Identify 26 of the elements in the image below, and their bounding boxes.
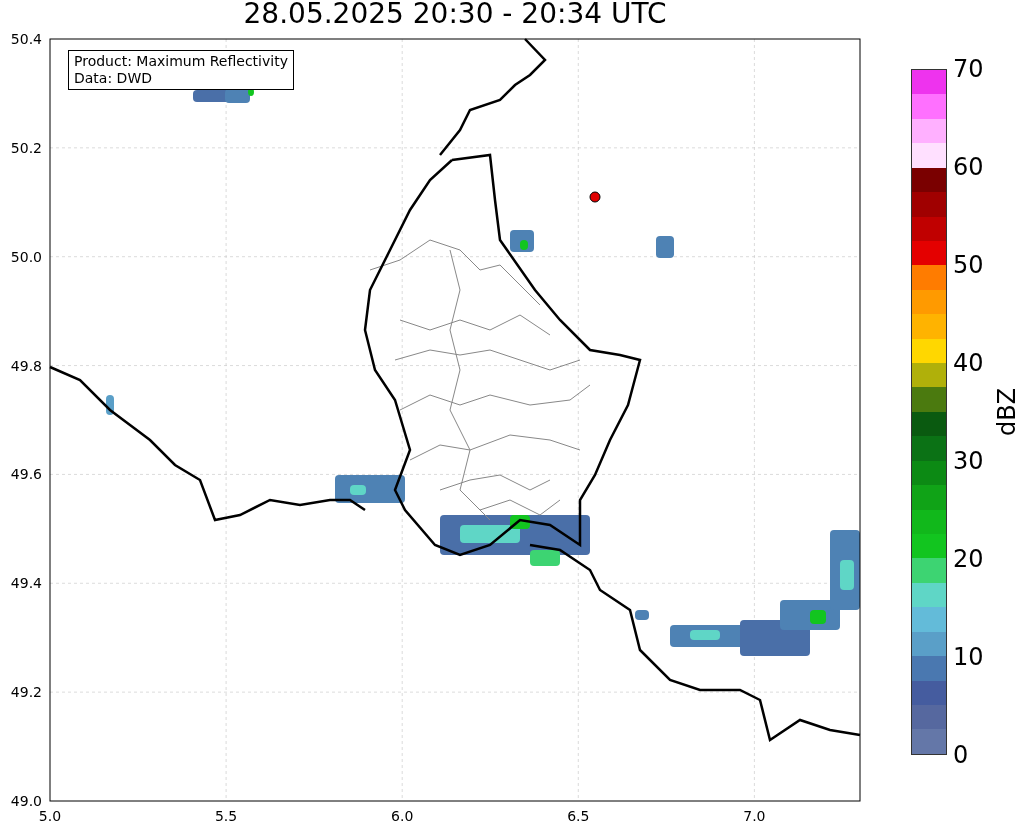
legend-text: Data: DWD <box>74 70 153 87</box>
y-tick-label: 50.4 <box>10 31 42 47</box>
colorbar-label: dBZ <box>993 387 1021 437</box>
y-tick-label: 49.6 <box>10 466 42 483</box>
legend-text: Product: Maximum Reflectivity <box>74 53 288 70</box>
y-tick-label: 49.8 <box>10 357 42 374</box>
y-tick-label: 50.2 <box>10 139 42 156</box>
colorbar-tick-label: 40 <box>953 351 984 375</box>
y-tick-label: 50.0 <box>10 248 42 265</box>
x-tick-label: 6.0 <box>391 808 414 824</box>
x-tick-label: 7.0 <box>743 808 766 824</box>
y-tick-label: 49.0 <box>10 793 42 809</box>
colorbar-tick-label: 70 <box>953 57 984 81</box>
x-tick-label: 5.0 <box>38 808 62 824</box>
colorbar-tick-label: 0 <box>953 743 969 767</box>
y-tick-label: 49.4 <box>10 575 42 592</box>
colorbar-tick-label: 60 <box>953 155 984 179</box>
location-marker <box>589 191 601 203</box>
y-tick-label: 49.2 <box>10 684 42 701</box>
chart-title: 28.05.2025 20:30 - 20:34 UTC <box>243 0 667 31</box>
x-tick-label: 5.5 <box>214 808 238 824</box>
colorbar-tick-label: 50 <box>953 253 984 277</box>
colorbar-tick-label: 30 <box>953 449 984 473</box>
x-tick-label: 6.5 <box>567 808 590 824</box>
colorbar-tick-label: 10 <box>953 645 984 669</box>
colorbar-tick-label: 20 <box>953 547 984 571</box>
